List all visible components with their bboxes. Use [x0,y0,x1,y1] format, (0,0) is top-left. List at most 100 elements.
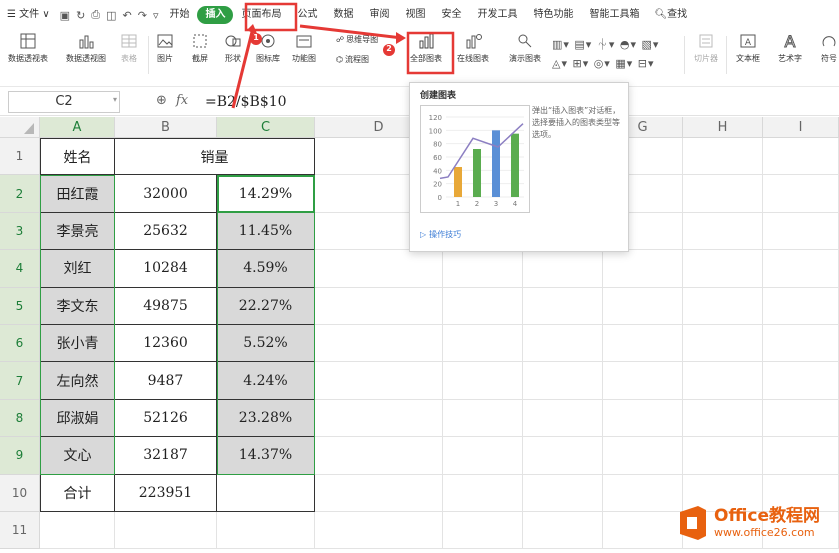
symbol-button[interactable]: 符号 [820,32,838,64]
row-header-2[interactable]: 2 [0,175,40,213]
chart-type-gallery[interactable]: ▥▾ ▤▾ ⏆▾ ◓▾ ▧▾ ◬▾ ⊞▾ ◎▾ ▦▾ ⊟▾ [552,36,659,70]
cell-g5[interactable] [603,287,683,325]
column-header-h[interactable]: H [683,117,763,138]
cell-sales[interactable]: 49875 [115,287,217,325]
cell-name[interactable]: 田红霞 [40,175,115,213]
cell-sales[interactable]: 52126 [115,399,217,438]
cell-f8[interactable] [523,399,603,438]
cell-e10[interactable] [443,474,523,512]
cell-i7[interactable] [763,362,839,400]
row-header-3[interactable]: 3 [0,212,40,251]
tab-smart-tools[interactable]: 智能工具箱 [581,0,647,30]
tab-formula[interactable]: 公式 [289,0,325,30]
cell-e8[interactable] [443,399,523,438]
row-header-1[interactable]: 1 [0,138,40,176]
cell-i6[interactable] [763,325,839,363]
row-header-10[interactable]: 10 [0,474,40,512]
row-header-11[interactable]: 11 [0,512,40,550]
cell-d9[interactable] [315,437,443,475]
cell-name[interactable]: 李景亮 [40,212,115,251]
mindmap-button[interactable]: ☍ 思维导图 [336,34,378,45]
cell-h4[interactable] [683,250,763,288]
cell-percent[interactable]: 11.45% [217,212,315,251]
cell-e7[interactable] [443,362,523,400]
tab-developer[interactable]: 开发工具 [469,0,525,30]
cell-sales[interactable]: 10284 [115,250,217,288]
table-button[interactable]: 表格 [120,32,138,64]
cell-a11[interactable] [40,512,115,550]
cell-d5[interactable] [315,287,443,325]
cell-e9[interactable] [443,437,523,475]
cell-d6[interactable] [315,325,443,363]
cell-c2-active[interactable]: 14.29% [217,175,315,213]
cell-name[interactable]: 张小青 [40,325,115,363]
cell-h3[interactable] [683,212,763,251]
cell-i8[interactable] [763,399,839,438]
cell-f5[interactable] [523,287,603,325]
cell-b11[interactable] [115,512,217,550]
cell-d4[interactable] [315,250,443,288]
cell-d10[interactable] [315,474,443,512]
cell-b1-sales-header[interactable]: 销量 [115,138,315,176]
column-header-b[interactable]: B [115,117,217,138]
cell-i3[interactable] [763,212,839,251]
cell-h6[interactable] [683,325,763,363]
cell-name[interactable]: 邱淑娟 [40,399,115,438]
shape-button[interactable]: 形状 [224,32,242,64]
cell-g6[interactable] [603,325,683,363]
column-header-i[interactable]: I [763,117,839,138]
cell-sales[interactable]: 32187 [115,437,217,475]
cell-i4[interactable] [763,250,839,288]
cell-g7[interactable] [603,362,683,400]
cell-e6[interactable] [443,325,523,363]
column-header-c[interactable]: C [217,117,315,138]
cell-total-label[interactable]: 合计 [40,474,115,512]
redo-arrow-icon[interactable]: ↷ [135,9,150,22]
cell-name[interactable]: 文心 [40,437,115,475]
cell-g4[interactable] [603,250,683,288]
tab-view[interactable]: 视图 [397,0,433,30]
cell-g10[interactable] [603,474,683,512]
cell-sales[interactable]: 9487 [115,362,217,400]
art-text-button[interactable]: A 艺术字 [778,32,802,64]
cell-c10[interactable] [217,474,315,512]
online-chart-button[interactable]: 在线图表 [457,32,489,64]
fx-icon[interactable]: fx [176,93,188,108]
pivot-chart-button[interactable]: 数据透视图 [66,32,106,64]
picture-button[interactable]: 图片 [156,32,174,64]
flowchart-button[interactable]: ⌬ 流程图 [336,54,369,65]
cell-f11[interactable] [523,512,603,550]
cell-percent[interactable]: 14.37% [217,437,315,475]
cell-e5[interactable] [443,287,523,325]
cell-f6[interactable] [523,325,603,363]
row-header-8[interactable]: 8 [0,399,40,438]
zoom-icon[interactable]: ⊕ [156,93,167,108]
cell-name[interactable]: 左向然 [40,362,115,400]
dropdown-icon[interactable]: ▿ [150,9,162,22]
print-icon[interactable]: ⎙ [88,8,103,22]
cell-e11[interactable] [443,512,523,550]
cell-percent[interactable]: 4.59% [217,250,315,288]
cell-f9[interactable] [523,437,603,475]
cell-g11[interactable] [603,512,683,550]
cell-i2[interactable] [763,175,839,213]
column-header-a[interactable]: A [40,117,115,138]
tab-insert[interactable]: 插入 [197,6,234,24]
cell-percent[interactable]: 4.24% [217,362,315,400]
cell-h1[interactable] [683,138,763,176]
function-chart-button[interactable]: 功能图 [292,32,316,64]
search-button[interactable]: 🔍︎查找 [647,0,694,30]
cell-percent[interactable]: 5.52% [217,325,315,363]
cell-i9[interactable] [763,437,839,475]
cell-sales[interactable]: 12360 [115,325,217,363]
file-menu[interactable]: ☰ 文件 ∨ [0,0,57,30]
select-all-corner[interactable] [0,117,40,138]
cell-i1[interactable] [763,138,839,176]
cell-i5[interactable] [763,287,839,325]
cell-f4[interactable] [523,250,603,288]
row-header-6[interactable]: 6 [0,325,40,363]
cell-total-value[interactable]: 223951 [115,474,217,512]
cell-h2[interactable] [683,175,763,213]
cell-f7[interactable] [523,362,603,400]
tab-security[interactable]: 安全 [433,0,469,30]
